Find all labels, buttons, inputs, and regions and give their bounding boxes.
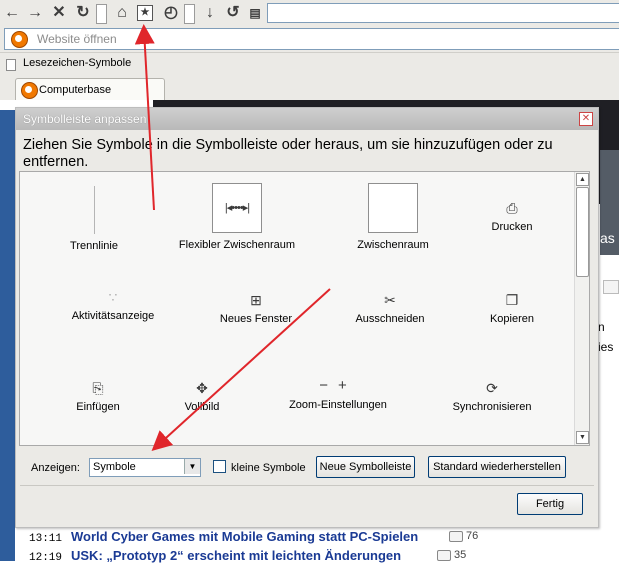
forward-icon[interactable]: → — [26, 3, 44, 23]
tab-label: Computerbase — [39, 84, 112, 96]
comment-icon — [437, 549, 451, 561]
small-icons-checkbox[interactable] — [213, 460, 226, 473]
scroll-down-icon[interactable]: ▼ — [576, 431, 589, 444]
page-sidebar-stripe — [0, 110, 15, 561]
reload-icon[interactable]: ↻ — [74, 3, 92, 23]
tab-computerbase[interactable]: Computerbase — [15, 78, 165, 101]
news-time: 13:11 — [29, 533, 63, 545]
fullscreen-icon: ✥ — [196, 380, 208, 396]
palette-item-label: Vollbild — [184, 401, 220, 413]
small-icons-label[interactable]: kleine Symbole — [231, 462, 306, 474]
toolbar-item-palette: Trennlinie |◂••••▸| Flexibler Zwischenra… — [19, 171, 590, 446]
space-icon — [368, 183, 418, 233]
new-window-icon: ⊞ — [250, 292, 262, 308]
copy-icon: ❐ — [505, 292, 519, 308]
palette-item-label: Kopieren — [489, 313, 535, 325]
customize-toolbar-dialog: Symbolleiste anpassen ✕ Ziehen Sie Symbo… — [15, 107, 599, 528]
show-mode-value: Symbole — [93, 461, 136, 473]
page-icon[interactable]: ▤ — [246, 3, 264, 23]
palette-item-label: Ausschneiden — [355, 313, 425, 325]
palette-item-new-window[interactable]: ⊞ Neues Fenster — [204, 293, 308, 325]
palette-item-label: Neues Fenster — [219, 313, 293, 325]
navigation-toolbar: ← → ✕ ↻ ⌂ ★ ◴ ↓ ↺ ▤ — [0, 0, 619, 26]
scissors-icon: ✂ — [384, 292, 396, 308]
bookmark-star-icon[interactable]: ★ — [137, 5, 153, 21]
scroll-up-icon[interactable]: ▲ — [576, 173, 589, 186]
show-mode-select[interactable]: Symbole ▼ — [89, 458, 201, 477]
history-clock-icon[interactable]: ◴ — [162, 3, 180, 23]
restore-default-button[interactable]: Standard wiederherstellen — [428, 456, 566, 478]
home-icon[interactable]: ⌂ — [113, 3, 131, 23]
news-title[interactable]: World Cyber Games mit Mobile Gaming stat… — [71, 529, 418, 544]
palette-scrollbar[interactable]: ▲ ▼ — [574, 172, 589, 445]
palette-item-sync[interactable]: ⟳ Synchronisieren — [445, 381, 539, 413]
dialog-divider — [20, 485, 594, 486]
show-label: Anzeigen: — [31, 462, 80, 474]
sync-icon[interactable]: ↺ — [224, 3, 242, 23]
palette-item-separator[interactable]: Trennlinie — [55, 186, 133, 252]
news-item[interactable]: 12:19 USK: „Prototyp 2“ erscheint mit le… — [29, 548, 466, 564]
zoom-minus-plus-icon: −+ — [319, 377, 357, 394]
palette-item-copy[interactable]: ❐ Kopieren — [478, 293, 546, 325]
palette-item-label: Synchronisieren — [452, 401, 532, 413]
palette-item-cut[interactable]: ✂ Ausschneiden — [340, 293, 440, 325]
comment-count[interactable]: 35 — [437, 549, 466, 561]
palette-item-label: Flexibler Zwischenraum — [178, 239, 296, 251]
comment-number: 76 — [466, 530, 479, 542]
toolbar-space — [96, 4, 107, 24]
page-list-icon — [603, 280, 619, 294]
palette-item-zoom[interactable]: −+ Zoom-Einstellungen — [280, 377, 396, 411]
stop-icon[interactable]: ✕ — [50, 3, 68, 23]
close-icon[interactable]: ✕ — [579, 112, 593, 126]
toolbar-space — [184, 4, 195, 24]
chevron-down-icon[interactable]: ▼ — [184, 459, 200, 474]
page-text-fragment: n — [598, 320, 605, 334]
news-item[interactable]: 13:11 World Cyber Games mit Mobile Gamin… — [29, 529, 478, 545]
palette-item-paste[interactable]: ⎘ Einfügen — [58, 381, 138, 413]
bookmark-item[interactable]: Lesezeichen-Symbole — [23, 57, 131, 69]
news-time: 12:19 — [29, 552, 63, 564]
dialog-titlebar[interactable]: Symbolleiste anpassen ✕ — [16, 108, 598, 130]
comment-number: 35 — [454, 549, 467, 561]
new-toolbar-button[interactable]: Neue Symbolleiste — [316, 456, 415, 478]
throbber-icon: ∵ — [108, 289, 118, 305]
palette-item-label: Zoom-Einstellungen — [289, 399, 387, 411]
sync-icon: ⟳ — [486, 380, 498, 396]
download-icon[interactable]: ↓ — [201, 3, 219, 23]
palette-item-fullscreen[interactable]: ✥ Vollbild — [162, 381, 242, 413]
tab-favicon-icon — [21, 82, 38, 99]
dialog-instruction: Ziehen Sie Symbole in die Symbolleiste o… — [23, 137, 553, 170]
palette-item-print[interactable]: ⎙ Drucken — [482, 201, 542, 233]
palette-item-label: Trennlinie — [70, 240, 118, 252]
toolbar-input[interactable] — [267, 3, 619, 23]
dialog-controls: Anzeigen: Symbole ▼ kleine Symbole Neue … — [16, 454, 598, 480]
address-bar: Website öffnen — [0, 26, 619, 52]
separator-icon — [93, 186, 95, 234]
printer-icon: ⎙ — [506, 200, 518, 216]
palette-item-label: Einfügen — [76, 401, 120, 413]
comment-icon — [449, 530, 463, 542]
palette-item-label: Zwischenraum — [357, 239, 429, 251]
site-favicon-icon — [11, 31, 28, 48]
paste-icon: ⎘ — [92, 380, 104, 396]
bookmark-folder-icon — [6, 59, 16, 71]
palette-item-activity-indicator[interactable]: ∵ Aktivitätsanzeige — [58, 290, 168, 322]
done-button[interactable]: Fertig — [517, 493, 583, 515]
palette-item-label: Drucken — [491, 221, 533, 233]
palette-item-label: Aktivitätsanzeige — [71, 310, 155, 322]
palette-item-space[interactable]: Zwischenraum — [346, 183, 440, 251]
url-input[interactable]: Website öffnen — [4, 28, 619, 50]
scroll-thumb[interactable] — [576, 187, 589, 277]
flexible-space-icon: |◂••••▸| — [212, 183, 262, 233]
page-text-fragment: as — [600, 230, 615, 246]
back-icon[interactable]: ← — [3, 3, 21, 23]
palette-item-flexible-space[interactable]: |◂••••▸| Flexibler Zwischenraum — [172, 183, 302, 251]
page-text-fragment: ies — [598, 340, 614, 354]
dialog-title: Symbolleiste anpassen — [23, 112, 147, 126]
tab-strip: Computerbase — [0, 75, 619, 101]
bookmarks-toolbar: Lesezeichen-Symbole — [0, 52, 619, 75]
url-placeholder: Website öffnen — [37, 32, 117, 46]
comment-count[interactable]: 76 — [449, 530, 478, 542]
